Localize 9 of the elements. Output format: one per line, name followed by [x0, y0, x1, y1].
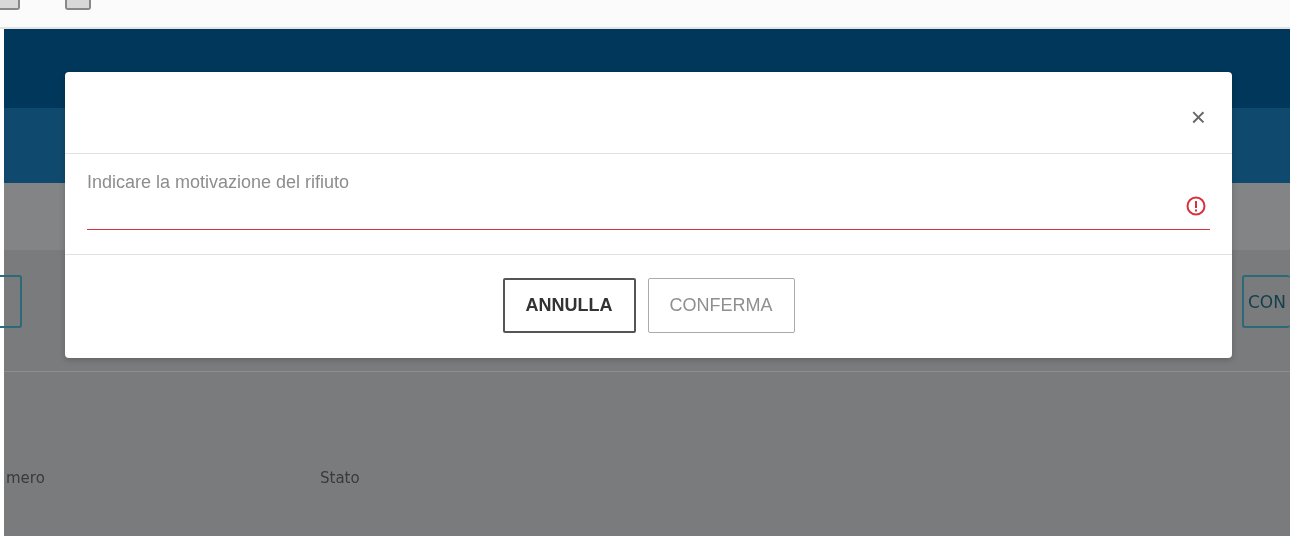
input-field[interactable]: Indicare la motivazione del rifiuto [87, 168, 1210, 230]
column-header: Stato [320, 469, 360, 487]
background-button[interactable] [0, 275, 22, 328]
checkbox-icon[interactable] [0, 0, 20, 10]
error-icon [1186, 196, 1206, 216]
dialog-button[interactable]: ANNULLA [502, 278, 636, 333]
close-button[interactable]: × [1186, 103, 1210, 130]
checkbox-icon[interactable] [65, 0, 91, 10]
column-header: mero [6, 469, 46, 487]
